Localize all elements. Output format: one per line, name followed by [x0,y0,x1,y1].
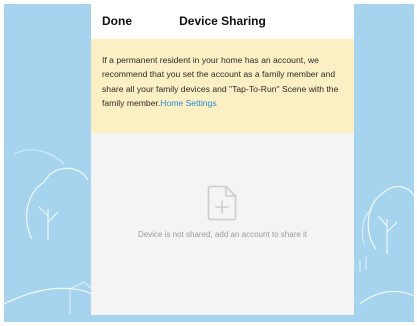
header-bar: Done Device Sharing [91,4,354,39]
family-sharing-notice: If a permanent resident in your home has… [91,39,354,133]
page-title: Device Sharing [179,14,266,28]
device-sharing-panel: Done Device Sharing If a permanent resid… [91,4,354,315]
file-add-icon [207,185,237,221]
empty-state-message: Device is not shared, add an account to … [138,230,307,239]
notice-text: If a permanent resident in your home has… [102,55,339,108]
home-settings-link[interactable]: Home Settings [160,98,216,108]
